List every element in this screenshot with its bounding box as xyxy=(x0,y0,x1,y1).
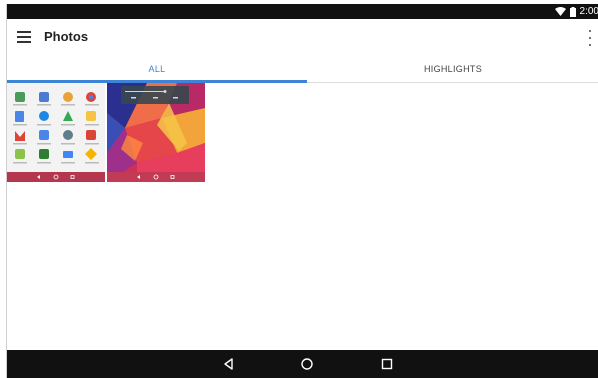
navigation-bar xyxy=(7,350,598,378)
status-bar: 2:00 xyxy=(7,4,598,19)
photo-thumbnail-app-drawer[interactable] xyxy=(7,83,105,182)
tab-all[interactable]: ALL xyxy=(7,56,307,82)
status-clock: 2:00 xyxy=(579,6,598,17)
app-bar: Photos xyxy=(7,19,598,56)
photo-grid xyxy=(7,83,598,351)
tab-bar: ALL HIGHLIGHTS xyxy=(7,56,598,83)
menu-icon[interactable] xyxy=(17,31,31,43)
more-vert-icon[interactable] xyxy=(587,30,593,46)
screen: 2:00 Photos ALL HIGHLIGHTS xyxy=(6,4,598,378)
recents-icon[interactable] xyxy=(379,356,395,372)
app-title: Photos xyxy=(44,29,89,44)
status-icons: 2:00 xyxy=(554,4,598,19)
home-icon[interactable] xyxy=(299,356,315,372)
back-icon[interactable] xyxy=(221,356,237,372)
tab-highlights[interactable]: HIGHLIGHTS xyxy=(307,56,598,82)
wifi-icon xyxy=(554,7,566,16)
photo-thumbnail-wallpaper[interactable] xyxy=(107,83,205,182)
geometric-wallpaper-image xyxy=(107,83,205,182)
app-drawer-screenshot-image xyxy=(7,83,105,182)
battery-icon xyxy=(569,6,576,17)
